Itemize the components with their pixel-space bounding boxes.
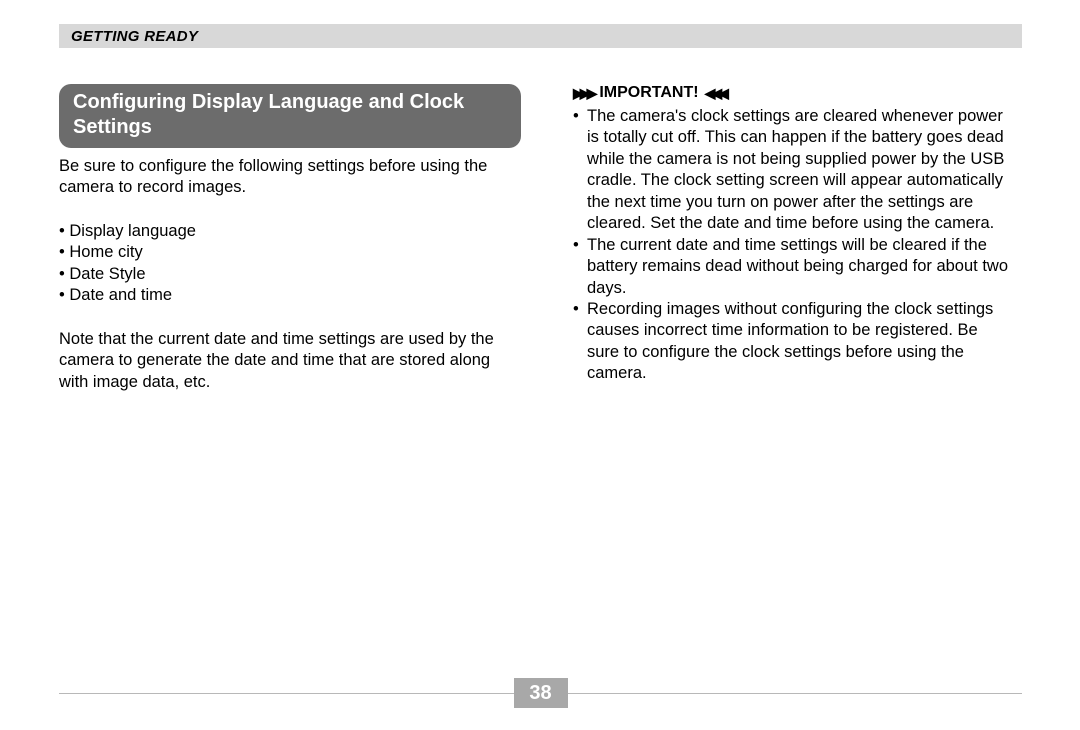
left-column: Configuring Display Language and Clock S… <box>59 84 521 393</box>
list-item: Recording images without configuring the… <box>573 299 1011 385</box>
settings-list: Display language Home city Date Style Da… <box>59 221 521 307</box>
intro-paragraph: Be sure to configure the following setti… <box>59 156 521 199</box>
list-item: The current date and time settings will … <box>573 235 1011 299</box>
footer-rule-left <box>59 693 514 694</box>
content-area: Configuring Display Language and Clock S… <box>59 84 1022 393</box>
list-item: Date Style <box>59 264 521 285</box>
right-column: ▶▶▶ IMPORTANT! ◀◀◀ The camera's clock se… <box>549 84 1011 393</box>
forward-arrows-icon: ▶▶▶ <box>573 85 593 102</box>
backward-arrows-icon: ◀◀◀ <box>705 85 725 102</box>
note-paragraph: Note that the current date and time sett… <box>59 329 521 393</box>
list-item: Date and time <box>59 285 521 306</box>
chapter-title: GETTING READY <box>71 28 198 45</box>
important-label: IMPORTANT! <box>599 84 698 102</box>
page-container: GETTING READY Configuring Display Langua… <box>59 24 1022 706</box>
footer-rule-right <box>568 693 1023 694</box>
important-heading: ▶▶▶ IMPORTANT! ◀◀◀ <box>573 84 1011 102</box>
list-item: The camera's clock settings are cleared … <box>573 106 1011 235</box>
section-title: Configuring Display Language and Clock S… <box>59 84 521 148</box>
list-item: Home city <box>59 242 521 263</box>
important-list: The camera's clock settings are cleared … <box>549 106 1011 385</box>
chapter-header: GETTING READY <box>59 24 1022 48</box>
page-number: 38 <box>514 678 568 708</box>
list-item: Display language <box>59 221 521 242</box>
page-footer: 38 <box>59 678 1022 708</box>
